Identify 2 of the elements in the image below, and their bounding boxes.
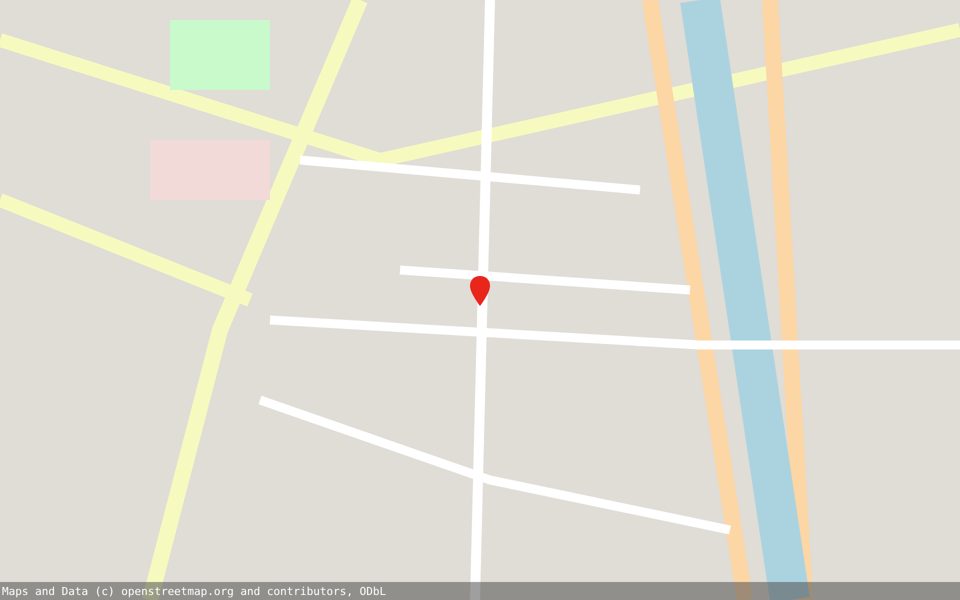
attribution-text: Maps and Data (c) openstreetmap.org and contributors, ODbL — [1, 584, 386, 598]
map-pin-icon — [470, 276, 490, 306]
